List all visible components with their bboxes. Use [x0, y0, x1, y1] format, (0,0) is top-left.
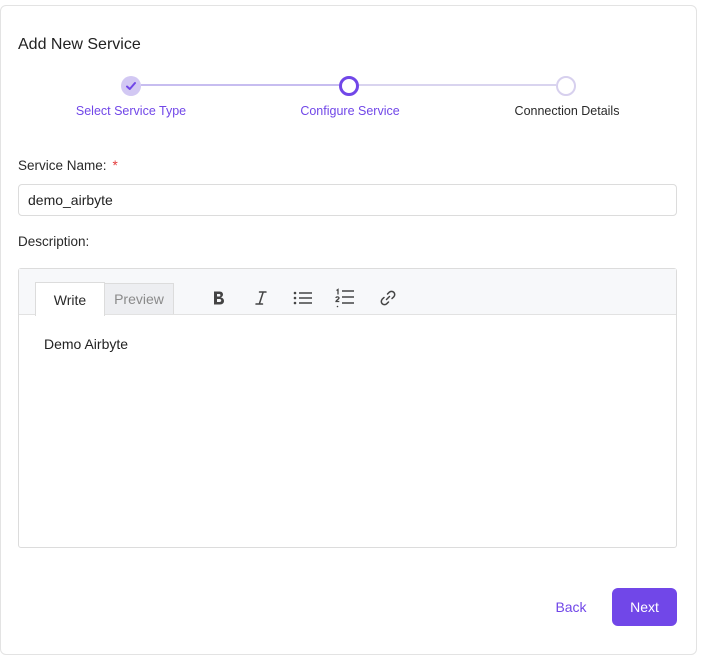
bold-icon[interactable] [206, 286, 232, 310]
stepper-connector-1 [141, 84, 339, 86]
link-icon[interactable] [375, 286, 401, 310]
step-2-label: Configure Service [300, 104, 400, 118]
step-1-indicator [121, 76, 141, 96]
step-3-indicator [556, 76, 576, 96]
tab-preview[interactable]: Preview [104, 283, 174, 314]
stepper: Select Service Type Configure Service Co… [0, 0, 701, 130]
service-name-input[interactable] [18, 184, 677, 216]
editor-toolbar: Write Preview [19, 269, 676, 316]
next-button[interactable]: Next [612, 588, 677, 626]
check-icon [126, 82, 136, 90]
description-label: Description: [18, 234, 90, 249]
service-name-label: Service Name: * [18, 158, 118, 173]
editor-content[interactable]: Demo Airbyte [44, 336, 128, 352]
service-name-label-text: Service Name: [18, 158, 107, 173]
numbered-list-icon[interactable] [332, 286, 358, 310]
tab-write[interactable]: Write [35, 282, 105, 316]
step-2-indicator [339, 76, 359, 96]
bulleted-list-icon[interactable] [290, 286, 316, 310]
required-marker: * [112, 158, 118, 173]
description-editor[interactable]: Write Preview Demo Airbyte [18, 268, 677, 548]
step-1-label: Select Service Type [75, 104, 187, 118]
back-button[interactable]: Back [545, 589, 597, 625]
step-3-label: Connection Details [514, 104, 620, 118]
stepper-connector-2 [359, 84, 556, 86]
italic-icon[interactable] [248, 286, 274, 310]
